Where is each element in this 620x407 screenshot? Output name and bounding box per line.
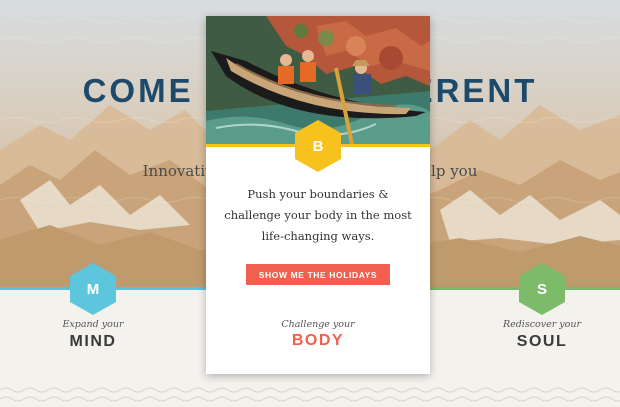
wave-divider bbox=[0, 387, 620, 402]
body-word: BODY bbox=[291, 332, 345, 349]
soul-word: SOUL bbox=[516, 333, 568, 350]
mind-word: MIND bbox=[69, 333, 117, 350]
body-card[interactable]: B Push your boundaries & challenge your … bbox=[206, 16, 430, 374]
show-holidays-button[interactable]: SHOW ME THE HOLIDAYS bbox=[246, 264, 390, 285]
soul-pillar[interactable]: Rediscover your SOUL bbox=[462, 319, 620, 351]
body-letter: B bbox=[312, 137, 324, 155]
soul-kicker: Rediscover your bbox=[502, 319, 582, 330]
mind-letter: M bbox=[86, 280, 100, 298]
soul-letter: S bbox=[536, 280, 547, 298]
mind-pillar[interactable]: Expand your MIND bbox=[13, 319, 173, 351]
mind-kicker: Expand your bbox=[62, 319, 124, 330]
card-description: Push your boundaries & challenge your bo… bbox=[224, 187, 412, 243]
body-kicker: Challenge your bbox=[281, 319, 355, 330]
